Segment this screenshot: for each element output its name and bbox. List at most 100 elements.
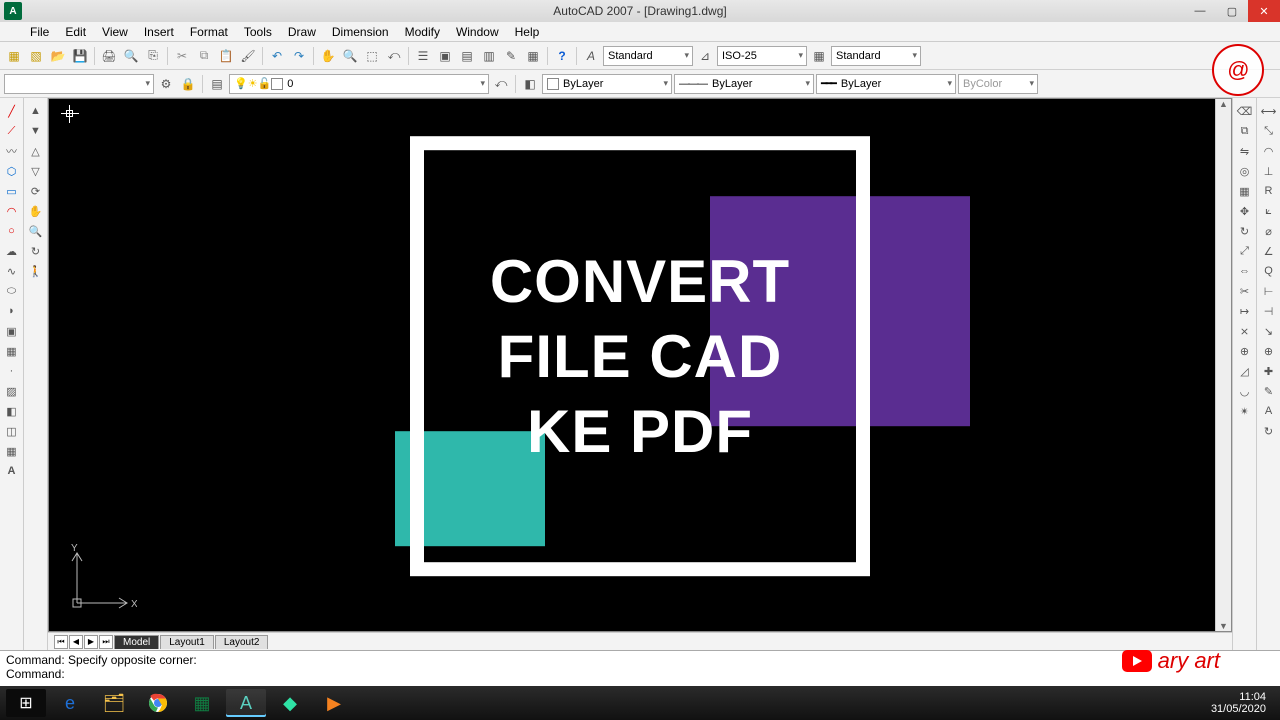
plotstyle-dd[interactable]: ByColor	[958, 74, 1038, 94]
stretch-icon[interactable]: ⇔	[1236, 262, 1254, 280]
region-icon[interactable]: ◫	[3, 422, 21, 440]
taskbar-chrome-icon[interactable]	[138, 689, 178, 717]
menu-view[interactable]: View	[94, 23, 136, 41]
send-back-icon[interactable]: ▼	[27, 122, 45, 140]
paste-icon[interactable]: 📋	[216, 46, 236, 66]
offset-icon[interactable]: ◎	[1236, 162, 1254, 180]
mirror-icon[interactable]: ⇋	[1236, 142, 1254, 160]
chamfer-icon[interactable]: ◿	[1236, 362, 1254, 380]
tab-next-icon[interactable]: ▶	[84, 635, 98, 649]
design-center-icon[interactable]: ▣	[435, 46, 455, 66]
zoom-icon-side[interactable]: 🔍	[27, 222, 45, 240]
layer-prev-icon[interactable]: ⤺	[491, 74, 511, 94]
dim-center-icon[interactable]: ✚	[1260, 362, 1278, 380]
dim-jogged-icon[interactable]: ⟀	[1260, 202, 1278, 220]
zoom-prev-icon[interactable]: ⤺	[384, 46, 404, 66]
dim-edit-icon[interactable]: ✎	[1260, 382, 1278, 400]
minimize-button[interactable]: —	[1184, 0, 1216, 22]
publish-icon[interactable]: ⎘	[143, 46, 163, 66]
point-icon[interactable]: ·	[3, 362, 21, 380]
system-tray[interactable]: 11:04 31/05/2020	[1211, 691, 1274, 715]
taskbar-vlc-icon[interactable]: ▶	[314, 689, 354, 717]
matchprop-icon[interactable]: 🖌	[238, 46, 258, 66]
undo-icon[interactable]: ↶	[267, 46, 287, 66]
dim-update-icon[interactable]: ↻	[1260, 422, 1278, 440]
menu-edit[interactable]: Edit	[57, 23, 94, 41]
hatch-icon[interactable]: ▨	[3, 382, 21, 400]
dim-continue-icon[interactable]: ⊣	[1260, 302, 1278, 320]
pan-icon[interactable]: ✋	[318, 46, 338, 66]
tab-layout2[interactable]: Layout2	[215, 635, 269, 649]
new-icon[interactable]: ▦	[4, 46, 24, 66]
taskbar-autocad-icon[interactable]: A	[226, 689, 266, 717]
dim-linear-icon[interactable]: ⟷	[1260, 102, 1278, 120]
sheet-set-icon[interactable]: ▥	[479, 46, 499, 66]
layer-props-icon[interactable]: ▤	[207, 74, 227, 94]
walk-icon[interactable]: 🚶	[27, 262, 45, 280]
menu-modify[interactable]: Modify	[397, 23, 448, 41]
close-button[interactable]: ✕	[1248, 0, 1280, 22]
menu-tools[interactable]: Tools	[236, 23, 280, 41]
dim-diameter-icon[interactable]: ⌀	[1260, 222, 1278, 240]
lineweight-dd[interactable]: ━━━ByLayer	[816, 74, 956, 94]
tablestyle-icon[interactable]: ▦	[809, 46, 829, 66]
drawing-canvas[interactable]: CONVERT FILE CAD KE PDF X Y	[48, 98, 1232, 632]
xline-icon[interactable]: ⟋	[3, 122, 21, 140]
gradient-icon[interactable]: ◧	[3, 402, 21, 420]
break-icon[interactable]: ⨯	[1236, 322, 1254, 340]
join-icon[interactable]: ⊕	[1236, 342, 1254, 360]
mtext-icon[interactable]: A	[3, 462, 21, 480]
linetype-dd[interactable]: ———ByLayer	[674, 74, 814, 94]
tab-last-icon[interactable]: ⏭	[99, 635, 113, 649]
polyline-icon[interactable]: 〰	[3, 142, 21, 160]
save-icon[interactable]: 💾	[70, 46, 90, 66]
open-icon[interactable]: 📂	[48, 46, 68, 66]
zoom-window-icon[interactable]: ⬚	[362, 46, 382, 66]
extend-icon[interactable]: ↦	[1236, 302, 1254, 320]
line-icon[interactable]: ╱	[3, 102, 21, 120]
insert-block-icon[interactable]: ▣	[3, 322, 21, 340]
markup-icon[interactable]: ✎	[501, 46, 521, 66]
plot-icon[interactable]: 🖨	[99, 46, 119, 66]
3d-swivel-icon[interactable]: ↻	[27, 242, 45, 260]
revcloud-icon[interactable]: ☁	[3, 242, 21, 260]
dim-style-dd[interactable]: ISO-25	[717, 46, 807, 66]
taskbar-excel-icon[interactable]: ▦	[182, 689, 222, 717]
send-under-icon[interactable]: ▽	[27, 162, 45, 180]
spline-icon[interactable]: ∿	[3, 262, 21, 280]
bring-above-icon[interactable]: △	[27, 142, 45, 160]
plot-preview-icon[interactable]: 🔍	[121, 46, 141, 66]
ellipse-arc-icon[interactable]: ◗	[3, 302, 21, 320]
scale-icon[interactable]: ⤢	[1236, 242, 1254, 260]
tab-first-icon[interactable]: ⏮	[54, 635, 68, 649]
array-icon[interactable]: ▦	[1236, 182, 1254, 200]
move-icon[interactable]: ✥	[1236, 202, 1254, 220]
copy-icon[interactable]: ⧉	[194, 46, 214, 66]
color-dd[interactable]: ByLayer	[542, 74, 672, 94]
workspace-settings-icon[interactable]: ⚙	[156, 74, 176, 94]
dim-tedit-icon[interactable]: A	[1260, 402, 1278, 420]
textstyle-icon[interactable]: A	[581, 46, 601, 66]
layer-dd[interactable]: 💡 ☀ 🔓 0	[229, 74, 489, 94]
pan-icon-side[interactable]: ✋	[27, 202, 45, 220]
menu-format[interactable]: Format	[182, 23, 236, 41]
taskbar-ie-icon[interactable]: e	[50, 689, 90, 717]
3d-orbit-icon[interactable]: ⟳	[27, 182, 45, 200]
dim-ordinate-icon[interactable]: ⊥	[1260, 162, 1278, 180]
rotate-icon[interactable]: ↻	[1236, 222, 1254, 240]
dim-baseline-icon[interactable]: ⊢	[1260, 282, 1278, 300]
qnew-icon[interactable]: ▧	[26, 46, 46, 66]
circle-icon[interactable]: ○	[3, 222, 21, 240]
tool-palette-icon[interactable]: ▤	[457, 46, 477, 66]
workspace-lock-icon[interactable]: 🔒	[178, 74, 198, 94]
zoom-rt-icon[interactable]: 🔍	[340, 46, 360, 66]
tab-prev-icon[interactable]: ◀	[69, 635, 83, 649]
bring-front-icon[interactable]: ▲	[27, 102, 45, 120]
menu-dimension[interactable]: Dimension	[324, 23, 397, 41]
copy-modify-icon[interactable]: ⧉	[1236, 122, 1254, 140]
dimstyle-icon[interactable]: ⊿	[695, 46, 715, 66]
make-block-icon[interactable]: ▦	[3, 342, 21, 360]
fillet-icon[interactable]: ◡	[1236, 382, 1254, 400]
properties-icon[interactable]: ☰	[413, 46, 433, 66]
dim-radius-icon[interactable]: R	[1260, 182, 1278, 200]
